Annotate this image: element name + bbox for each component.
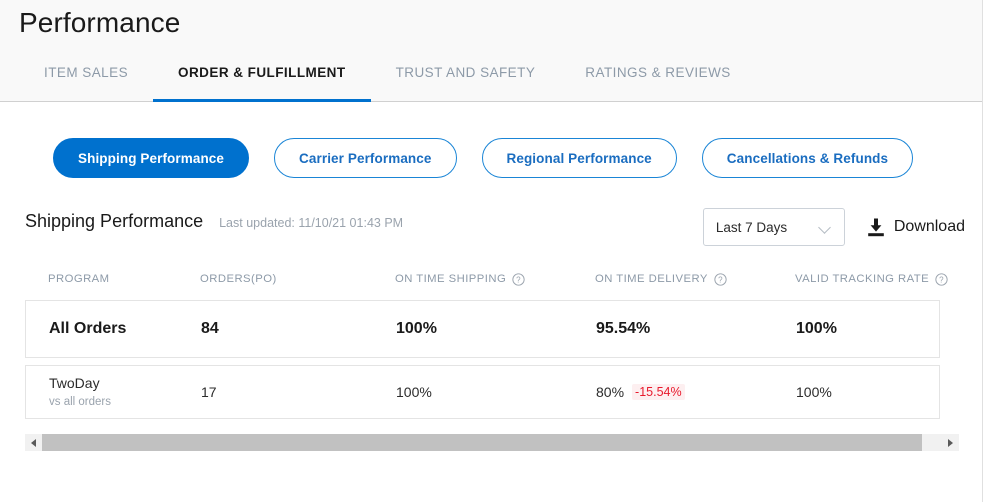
table-row[interactable]: All Orders 84 100% 95.54% 100% — [25, 300, 940, 358]
download-icon — [868, 218, 884, 236]
page-title: Performance — [19, 7, 181, 38]
tab-label: ORDER & FULFILLMENT — [178, 65, 346, 80]
pill-label: Regional Performance — [506, 150, 652, 166]
cell-on-time-shipping: 100% — [396, 384, 596, 400]
last-updated-value: 11/10/21 01:43 PM — [298, 216, 404, 230]
pill-regional-performance[interactable]: Regional Performance — [481, 138, 677, 178]
column-header-program: PROGRAM — [25, 273, 200, 285]
triangle-left-icon — [31, 438, 36, 447]
subsection-pills: Shipping Performance Carrier Performance… — [53, 138, 914, 178]
cell-on-time-delivery: 95.54% — [596, 320, 796, 338]
help-circle-icon[interactable]: ? — [935, 272, 948, 286]
chevron-down-icon — [819, 221, 832, 234]
program-subtitle: vs all orders — [49, 396, 111, 408]
pill-shipping-performance[interactable]: Shipping Performance — [53, 138, 250, 178]
column-label: ON TIME DELIVERY — [595, 273, 708, 285]
column-header-on-time-delivery: ON TIME DELIVERY ? — [595, 272, 795, 286]
on-time-shipping-value: 100% — [396, 384, 432, 400]
orders-value: 17 — [201, 384, 217, 400]
table-row[interactable]: TwoDay vs all orders 17 100% 80% -15.54%… — [25, 365, 940, 419]
date-range-value: Last 7 Days — [715, 219, 788, 235]
section-controls: Last 7 Days Download — [702, 208, 965, 246]
page-header: Performance ITEM SALES ORDER & FULFILLME… — [0, 0, 983, 102]
main-tabs: ITEM SALES ORDER & FULFILLMENT TRUST AND… — [19, 58, 756, 102]
cell-on-time-shipping: 100% — [396, 320, 596, 338]
scrollbar-thumb[interactable] — [42, 434, 922, 451]
scrollbar-track[interactable] — [42, 434, 942, 451]
tab-label: TRUST AND SAFETY — [395, 65, 536, 80]
column-label: PROGRAM — [48, 273, 110, 285]
tab-order-fulfillment[interactable]: ORDER & FULFILLMENT — [153, 58, 371, 102]
cell-valid-tracking-rate: 100% — [796, 320, 941, 338]
column-label: ORDERS(PO) — [200, 273, 277, 285]
svg-text:?: ? — [516, 275, 521, 284]
download-button[interactable]: Download — [867, 216, 965, 238]
tab-label: RATINGS & REVIEWS — [585, 65, 731, 80]
on-time-delivery-delta: -15.54% — [632, 384, 685, 400]
horizontal-scrollbar[interactable] — [25, 434, 959, 451]
on-time-shipping-value: 100% — [396, 320, 437, 337]
cell-program: TwoDay vs all orders — [26, 374, 201, 410]
tab-trust-and-safety[interactable]: TRUST AND SAFETY — [371, 58, 561, 102]
column-header-orders: ORDERS(PO) — [200, 273, 395, 285]
triangle-right-icon — [948, 438, 953, 447]
svg-text:?: ? — [718, 275, 723, 284]
column-header-on-time-shipping: ON TIME SHIPPING ? — [395, 272, 595, 286]
valid-tracking-rate-value: 100% — [796, 320, 837, 337]
column-label: VALID TRACKING RATE — [795, 273, 930, 285]
shipping-performance-table: PROGRAM ORDERS(PO) ON TIME SHIPPING ? ON… — [25, 266, 948, 419]
download-label: Download — [893, 218, 965, 235]
section-header: Shipping Performance Last updated: 11/10… — [25, 208, 403, 234]
pill-carrier-performance[interactable]: Carrier Performance — [274, 138, 457, 178]
on-time-delivery-value: 95.54% — [596, 320, 651, 337]
orders-value: 84 — [201, 320, 219, 337]
date-range-select[interactable]: Last 7 Days — [702, 208, 845, 246]
tab-label: ITEM SALES — [44, 65, 129, 80]
tab-ratings-reviews[interactable]: RATINGS & REVIEWS — [560, 58, 755, 102]
cell-on-time-delivery: 80% -15.54% — [596, 384, 796, 400]
scroll-left-button[interactable] — [25, 434, 42, 451]
program-name: All Orders — [49, 320, 127, 337]
last-updated-label: Last updated: — [219, 216, 295, 230]
pill-label: Shipping Performance — [78, 150, 225, 166]
last-updated: Last updated: 11/10/21 01:43 PM — [219, 213, 403, 233]
column-label: ON TIME SHIPPING — [395, 273, 507, 285]
performance-page: Performance ITEM SALES ORDER & FULFILLME… — [0, 0, 983, 502]
tab-item-sales[interactable]: ITEM SALES — [19, 58, 153, 102]
program-name: TwoDay — [49, 375, 100, 391]
help-circle-icon[interactable]: ? — [512, 272, 525, 286]
cell-orders: 84 — [201, 320, 396, 338]
valid-tracking-rate-value: 100% — [796, 384, 832, 400]
help-circle-icon[interactable]: ? — [714, 272, 727, 286]
pill-label: Carrier Performance — [299, 150, 432, 166]
cell-program: All Orders — [26, 320, 201, 338]
pill-cancellations-refunds[interactable]: Cancellations & Refunds — [701, 138, 914, 178]
cell-orders: 17 — [201, 384, 396, 400]
on-time-delivery-value: 80% — [596, 384, 625, 400]
column-header-valid-tracking-rate: VALID TRACKING RATE ? — [795, 272, 948, 286]
pill-label: Cancellations & Refunds — [726, 150, 889, 166]
scroll-right-button[interactable] — [942, 434, 959, 451]
cell-valid-tracking-rate: 100% — [796, 384, 941, 400]
svg-text:?: ? — [939, 275, 944, 284]
table-column-headers: PROGRAM ORDERS(PO) ON TIME SHIPPING ? ON… — [25, 266, 948, 292]
section-title: Shipping Performance — [25, 211, 204, 231]
